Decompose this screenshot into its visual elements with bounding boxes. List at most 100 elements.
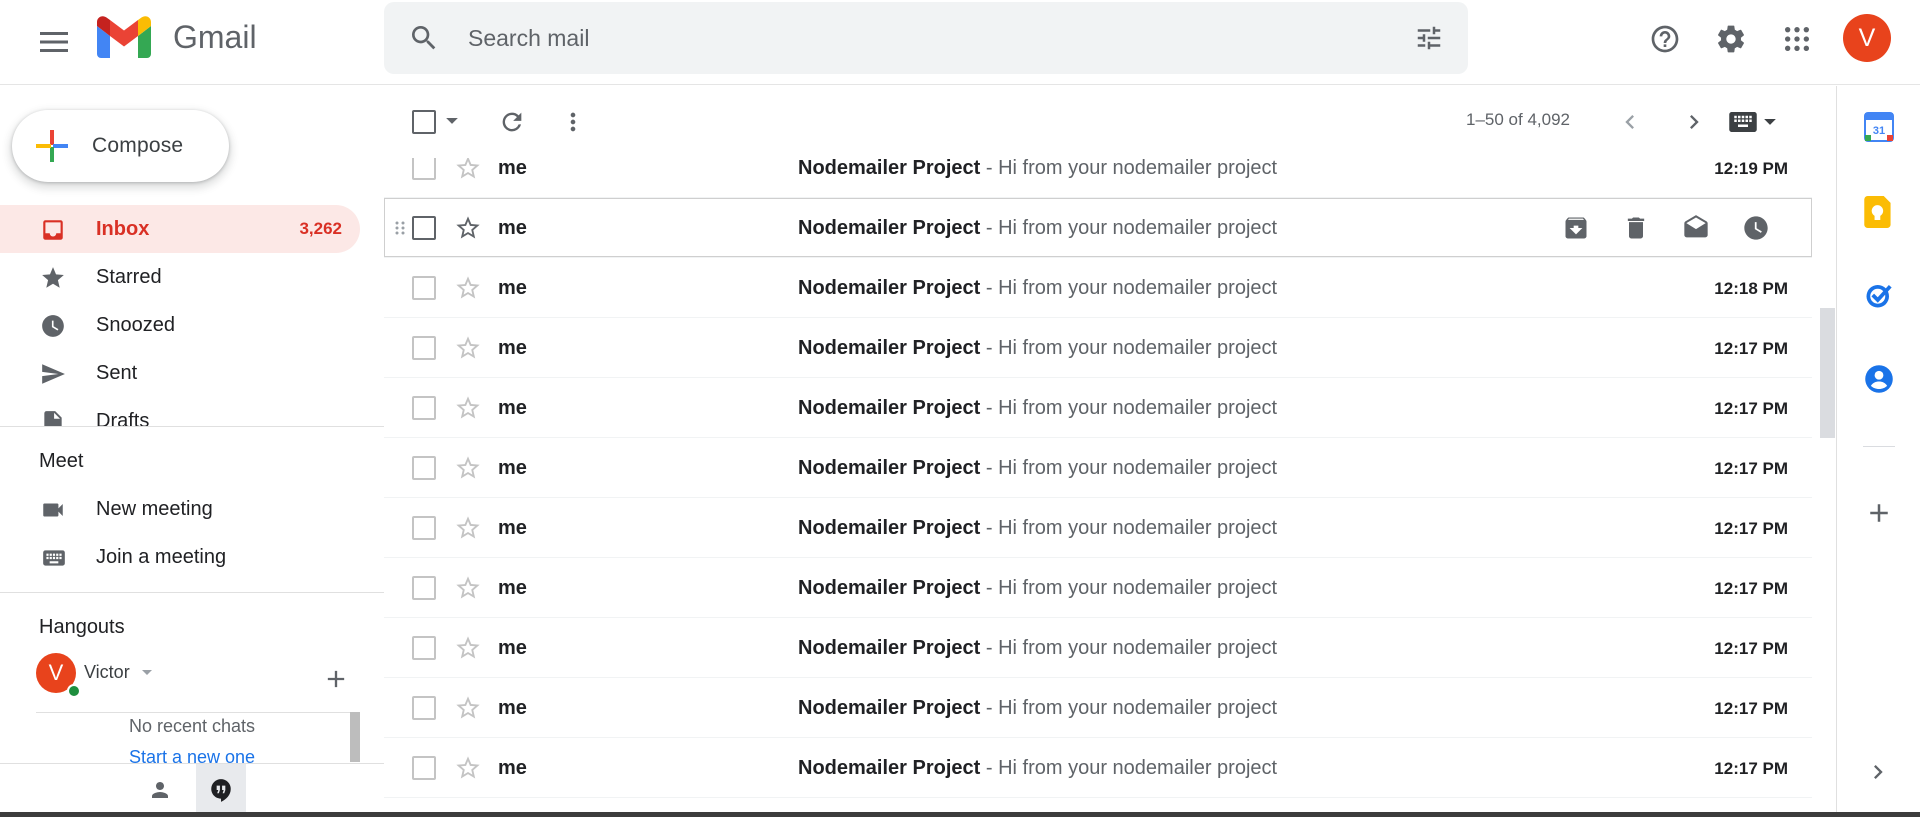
- email-select-checkbox[interactable]: [412, 276, 436, 300]
- email-row[interactable]: me Nodemailer Project - Hi from your node…: [384, 678, 1812, 738]
- star-icon[interactable]: [454, 574, 482, 602]
- drag-handle-icon[interactable]: [394, 220, 406, 236]
- sidebar-scrollbar[interactable]: [350, 712, 360, 762]
- chevron-down-icon: [142, 670, 152, 675]
- star-icon[interactable]: [454, 634, 482, 662]
- unread-count: 3,262: [299, 219, 342, 238]
- email-row[interactable]: me Nodemailer Project - Hi from your node…: [384, 618, 1812, 678]
- new-meeting-label: New meeting: [96, 497, 213, 520]
- email-sender: me: [498, 457, 527, 479]
- email-row[interactable]: me Nodemailer Project - Hi from your node…: [384, 438, 1812, 498]
- main-menu-button[interactable]: [30, 18, 78, 66]
- email-snippet: Hi from your nodemailer project: [998, 337, 1278, 359]
- email-row[interactable]: me Nodemailer Project - Hi from your node…: [384, 558, 1812, 618]
- email-row[interactable]: me Nodemailer Project - Hi from your node…: [384, 158, 1812, 198]
- nav-item-label: Starred: [96, 265, 162, 288]
- tasks-app-button[interactable]: [1864, 280, 1894, 310]
- email-select-checkbox[interactable]: [412, 396, 436, 420]
- email-content: Nodemailer Project - Hi from your nodema…: [798, 158, 1277, 180]
- email-select-checkbox[interactable]: [412, 756, 436, 780]
- top-bar: Gmail V: [0, 0, 1920, 85]
- archive-button[interactable]: [1546, 214, 1606, 242]
- email-snippet: Hi from your nodemailer project: [998, 277, 1278, 299]
- email-subject: Nodemailer Project: [798, 577, 981, 599]
- email-time: 12:17 PM: [1714, 519, 1788, 538]
- person-icon[interactable]: [148, 778, 172, 802]
- nav-item-inbox[interactable]: Inbox 3,262: [0, 205, 360, 253]
- refresh-icon[interactable]: [498, 108, 526, 136]
- snooze-button[interactable]: [1726, 214, 1786, 242]
- star-icon[interactable]: [454, 394, 482, 422]
- star-icon[interactable]: [454, 214, 482, 242]
- nav-item-label: Inbox: [96, 217, 150, 240]
- search-options-icon[interactable]: [1414, 23, 1444, 53]
- star-icon[interactable]: [454, 694, 482, 722]
- email-select-checkbox[interactable]: [412, 576, 436, 600]
- email-subject: Nodemailer Project: [798, 158, 981, 179]
- star-icon: [42, 267, 64, 288]
- star-icon[interactable]: [454, 274, 482, 302]
- select-all-checkbox[interactable]: [412, 110, 436, 134]
- clock-icon: [42, 315, 64, 337]
- nav-item-starred[interactable]: Starred: [0, 253, 360, 301]
- star-icon[interactable]: [454, 754, 482, 782]
- email-row[interactable]: me Nodemailer Project - Hi from your node…: [384, 738, 1812, 798]
- input-tools-button[interactable]: [1728, 110, 1776, 134]
- nav-item-snoozed[interactable]: Snoozed: [0, 301, 360, 349]
- apps-button[interactable]: [1772, 14, 1822, 64]
- nav-item-sent[interactable]: Sent: [0, 349, 360, 397]
- email-row[interactable]: me Nodemailer Project - Hi from your node…: [384, 258, 1812, 318]
- new-meeting-item[interactable]: New meeting: [0, 485, 384, 533]
- email-row[interactable]: me Nodemailer Project - Hi from your node…: [384, 378, 1812, 438]
- calendar-app-button[interactable]: 31: [1864, 112, 1894, 142]
- add-icon[interactable]: [322, 665, 350, 693]
- chevron-left-icon[interactable]: [1616, 108, 1644, 136]
- email-select-checkbox[interactable]: [412, 516, 436, 540]
- contacts-app-button[interactable]: [1864, 364, 1894, 394]
- row-actions: [1546, 214, 1786, 242]
- email-time: 12:17 PM: [1714, 399, 1788, 418]
- delete-button[interactable]: [1606, 214, 1666, 242]
- separator: -: [980, 457, 999, 479]
- compose-button[interactable]: Compose: [12, 110, 229, 182]
- chevron-right-icon[interactable]: [1680, 108, 1708, 136]
- email-subject: Nodemailer Project: [798, 277, 981, 299]
- star-icon[interactable]: [454, 158, 482, 182]
- search-input[interactable]: [468, 20, 1368, 56]
- email-select-checkbox[interactable]: [412, 636, 436, 660]
- gmail-logo[interactable]: Gmail: [97, 16, 257, 58]
- star-icon[interactable]: [454, 454, 482, 482]
- email-sender: me: [498, 577, 527, 599]
- select-options-icon[interactable]: [446, 118, 458, 125]
- email-select-checkbox[interactable]: [412, 158, 436, 180]
- email-row[interactable]: me Nodemailer Project - Hi from your node…: [384, 198, 1812, 258]
- email-row[interactable]: me Nodemailer Project - Hi from your node…: [384, 318, 1812, 378]
- account-avatar[interactable]: V: [1843, 14, 1891, 62]
- email-select-checkbox[interactable]: [412, 216, 436, 240]
- nav-item-drafts[interactable]: Drafts: [0, 397, 360, 427]
- archive-icon: [1565, 217, 1587, 239]
- show-side-panel-button[interactable]: [1864, 758, 1892, 786]
- email-subject: Nodemailer Project: [798, 757, 981, 779]
- more-vert-icon[interactable]: [559, 108, 587, 136]
- join-meeting-item[interactable]: Join a meeting: [0, 533, 384, 581]
- separator: -: [980, 277, 999, 299]
- email-select-checkbox[interactable]: [412, 696, 436, 720]
- keyboard-icon: [43, 550, 65, 566]
- support-button[interactable]: [1640, 14, 1690, 64]
- star-icon[interactable]: [454, 514, 482, 542]
- email-row[interactable]: me Nodemailer Project - Hi from your node…: [384, 498, 1812, 558]
- email-select-checkbox[interactable]: [412, 336, 436, 360]
- keep-app-button[interactable]: [1864, 196, 1892, 228]
- get-addons-button[interactable]: [1864, 498, 1894, 528]
- email-select-checkbox[interactable]: [412, 456, 436, 480]
- mark-read-button[interactable]: [1666, 214, 1726, 242]
- settings-button[interactable]: [1706, 14, 1756, 64]
- snooze-icon: [1744, 216, 1768, 240]
- contacts-icon: [1865, 365, 1893, 393]
- list-scrollbar[interactable]: [1820, 308, 1835, 438]
- star-icon[interactable]: [454, 334, 482, 362]
- hamburger-icon: [40, 32, 68, 52]
- search-icon[interactable]: [408, 22, 440, 54]
- hangouts-tab[interactable]: [196, 764, 246, 816]
